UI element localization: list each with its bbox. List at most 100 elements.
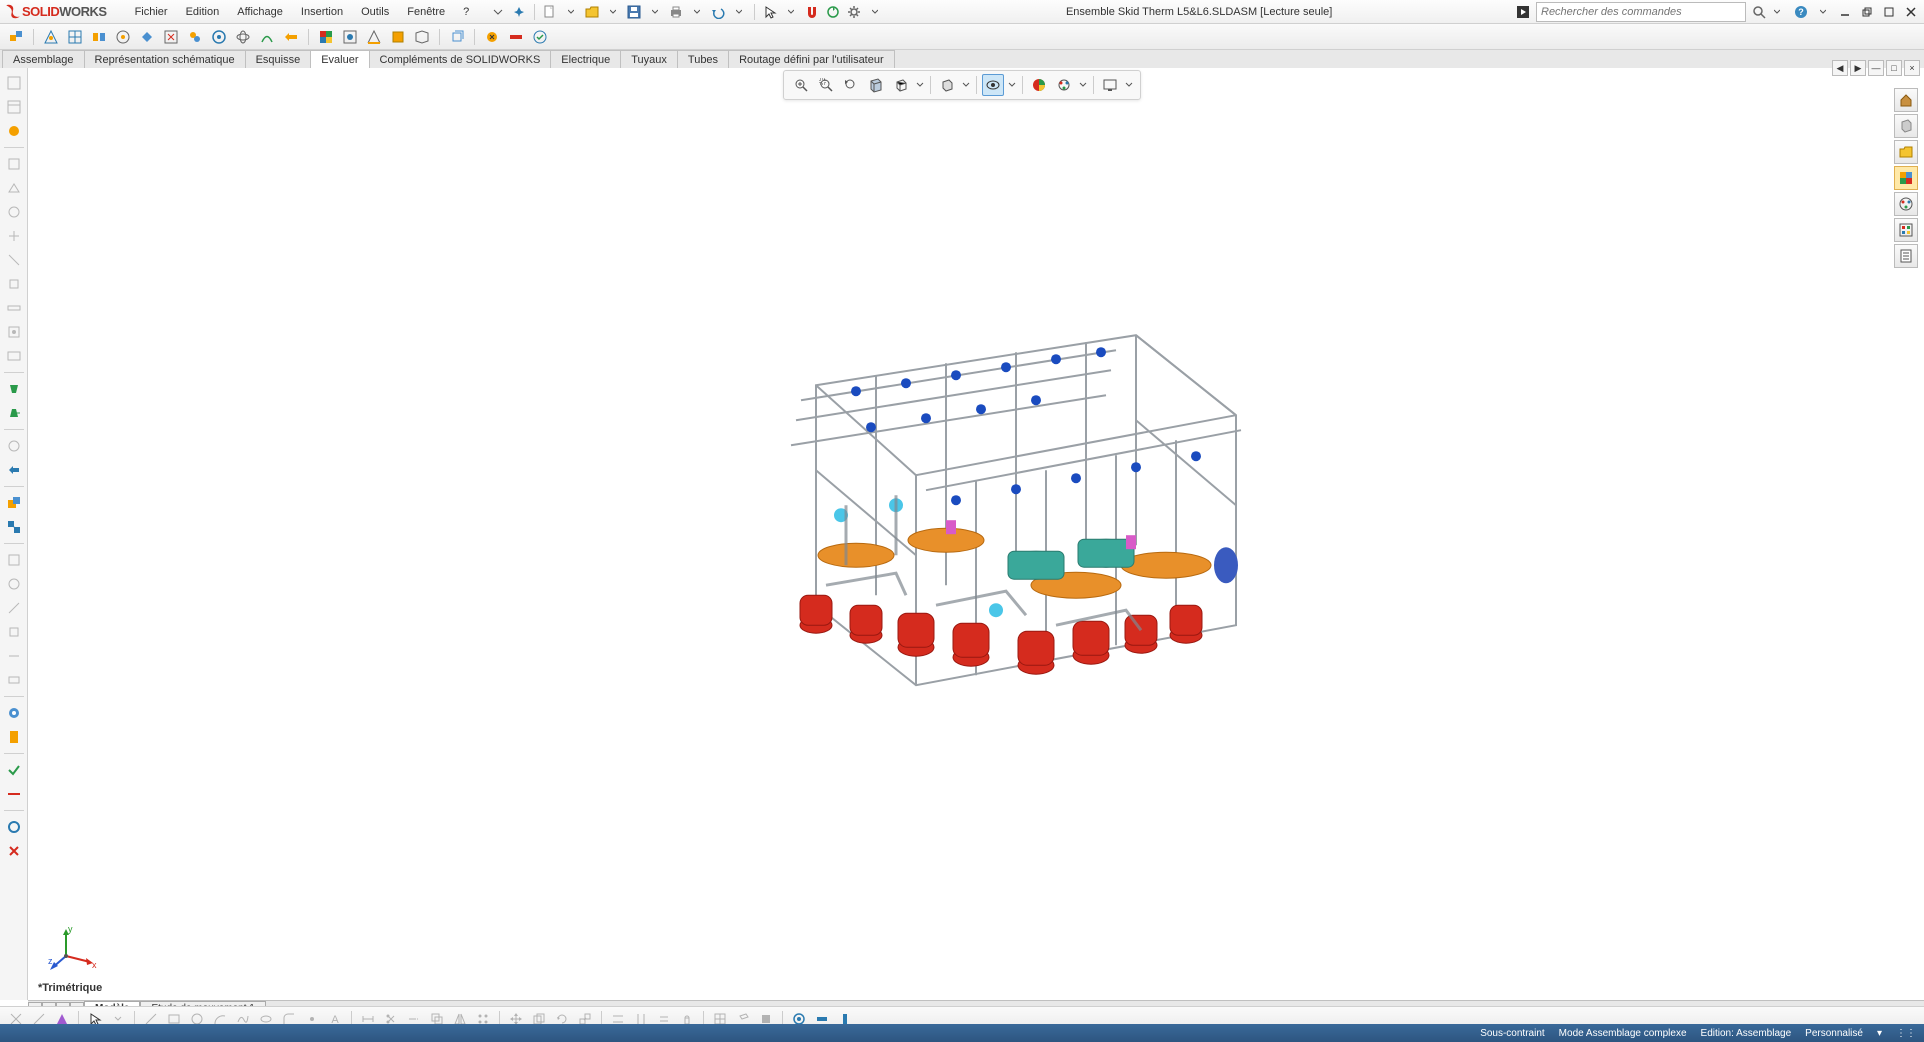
tab-routage[interactable]: Routage défini par l'utilisateur — [728, 50, 895, 69]
window-restore-icon[interactable] — [1858, 3, 1876, 21]
rebuild-icon[interactable] — [824, 3, 842, 21]
undo-dropdown[interactable] — [730, 3, 748, 21]
tb-icon-2[interactable] — [41, 27, 61, 47]
tb-color-icon[interactable] — [316, 27, 336, 47]
tb-icon-17[interactable] — [412, 27, 432, 47]
vp-minimize-icon[interactable]: — — [1868, 60, 1884, 76]
lb-icon-13[interactable] — [3, 378, 25, 400]
rb-resources-icon[interactable] — [1894, 114, 1918, 138]
window-close-icon[interactable] — [1902, 3, 1920, 21]
rb-home-icon[interactable] — [1894, 88, 1918, 112]
view-orientation-dropdown[interactable] — [915, 81, 925, 89]
tab-esquisse[interactable]: Esquisse — [245, 50, 312, 69]
lb-icon-3[interactable] — [3, 120, 25, 142]
lb-icon-2[interactable] — [3, 96, 25, 118]
display-style-dropdown[interactable] — [961, 81, 971, 89]
search-play-icon[interactable] — [1514, 3, 1532, 21]
lb-icon-29[interactable] — [3, 816, 25, 838]
tab-complements[interactable]: Compléments de SOLIDWORKS — [369, 50, 552, 69]
menu-affichage[interactable]: Affichage — [229, 4, 291, 20]
tb-icon-18[interactable] — [447, 27, 467, 47]
lb-icon-26[interactable] — [3, 726, 25, 748]
menu-help[interactable]: ? — [455, 4, 477, 20]
view-orientation-icon[interactable] — [890, 74, 912, 96]
menu-insertion[interactable]: Insertion — [293, 4, 351, 20]
display-style-icon[interactable] — [936, 74, 958, 96]
tb-icon-21[interactable] — [530, 27, 550, 47]
apply-scene-icon[interactable] — [1053, 74, 1075, 96]
tb-icon-20[interactable] — [506, 27, 526, 47]
view-settings-dropdown[interactable] — [1124, 81, 1134, 89]
help-dropdown[interactable] — [1814, 3, 1832, 21]
tab-tuyaux[interactable]: Tuyaux — [620, 50, 678, 69]
lb-icon-15[interactable] — [3, 435, 25, 457]
tb-icon-11[interactable] — [257, 27, 277, 47]
lb-icon-7[interactable] — [3, 225, 25, 247]
save-icon[interactable] — [625, 3, 643, 21]
tb-icon-5[interactable] — [113, 27, 133, 47]
lb-icon-4[interactable] — [3, 153, 25, 175]
search-magnifier-icon[interactable] — [1750, 3, 1768, 21]
lb-icon-9[interactable] — [3, 273, 25, 295]
apply-scene-dropdown[interactable] — [1078, 81, 1088, 89]
tab-assemblage[interactable]: Assemblage — [2, 50, 85, 69]
tb-icon-10[interactable] — [233, 27, 253, 47]
lb-icon-19[interactable] — [3, 549, 25, 571]
lb-icon-23[interactable] — [3, 645, 25, 667]
menu-fenetre[interactable]: Fenêtre — [399, 4, 453, 20]
lb-icon-8[interactable] — [3, 249, 25, 271]
vp-collapse-right-icon[interactable]: ▶ — [1850, 60, 1866, 76]
tab-electrique[interactable]: Electrique — [550, 50, 621, 69]
previous-view-icon[interactable] — [840, 74, 862, 96]
open-doc-icon[interactable] — [583, 3, 601, 21]
hide-show-dropdown[interactable] — [1007, 81, 1017, 89]
lb-icon-6[interactable] — [3, 201, 25, 223]
viewport-3d[interactable]: y x z *Trimétrique — [28, 68, 1924, 1000]
magnet-icon[interactable] — [803, 3, 821, 21]
window-maximize-icon[interactable] — [1880, 3, 1898, 21]
tb-icon-19[interactable] — [482, 27, 502, 47]
tab-representation[interactable]: Représentation schématique — [84, 50, 246, 69]
menu-edition[interactable]: Edition — [178, 4, 228, 20]
hide-show-icon[interactable] — [982, 74, 1004, 96]
help-icon[interactable]: ? — [1792, 3, 1810, 21]
tb-icon-8[interactable] — [185, 27, 205, 47]
lb-icon-14[interactable] — [3, 402, 25, 424]
lb-icon-21[interactable] — [3, 597, 25, 619]
search-commands-box[interactable] — [1536, 2, 1746, 22]
menu-dropdown-icon[interactable] — [489, 3, 507, 21]
tb-icon-12[interactable] — [281, 27, 301, 47]
print-dropdown[interactable] — [688, 3, 706, 21]
lb-icon-17[interactable] — [3, 492, 25, 514]
open-doc-dropdown[interactable] — [604, 3, 622, 21]
print-icon[interactable] — [667, 3, 685, 21]
zoom-area-icon[interactable] — [815, 74, 837, 96]
lb-icon-28[interactable] — [3, 783, 25, 805]
rb-custom-props-icon[interactable] — [1894, 244, 1918, 268]
new-doc-icon[interactable] — [541, 3, 559, 21]
edit-appearance-icon[interactable] — [1028, 74, 1050, 96]
tab-evaluer[interactable]: Evaluer — [310, 50, 369, 70]
rb-file-explorer-icon[interactable] — [1894, 166, 1918, 190]
options-gear-icon[interactable] — [845, 3, 863, 21]
pin-icon[interactable] — [510, 3, 528, 21]
options-dropdown[interactable] — [866, 3, 884, 21]
rb-appearances-icon[interactable] — [1894, 218, 1918, 242]
new-doc-dropdown[interactable] — [562, 3, 580, 21]
tb-assembly-icon[interactable] — [6, 27, 26, 47]
view-settings-icon[interactable] — [1099, 74, 1121, 96]
zoom-fit-icon[interactable] — [790, 74, 812, 96]
lb-icon-24[interactable] — [3, 669, 25, 691]
lb-icon-27[interactable] — [3, 759, 25, 781]
status-custom[interactable]: Personnalisé — [1805, 1028, 1863, 1039]
lb-icon-10[interactable] — [3, 297, 25, 319]
section-view-icon[interactable] — [865, 74, 887, 96]
tb-icon-9[interactable] — [209, 27, 229, 47]
save-dropdown[interactable] — [646, 3, 664, 21]
lb-icon-22[interactable] — [3, 621, 25, 643]
tb-icon-16[interactable] — [388, 27, 408, 47]
vp-close-icon[interactable]: × — [1904, 60, 1920, 76]
status-dropdown-icon[interactable]: ▾ — [1877, 1028, 1882, 1039]
lb-icon-30[interactable] — [3, 840, 25, 862]
tb-icon-6[interactable] — [137, 27, 157, 47]
